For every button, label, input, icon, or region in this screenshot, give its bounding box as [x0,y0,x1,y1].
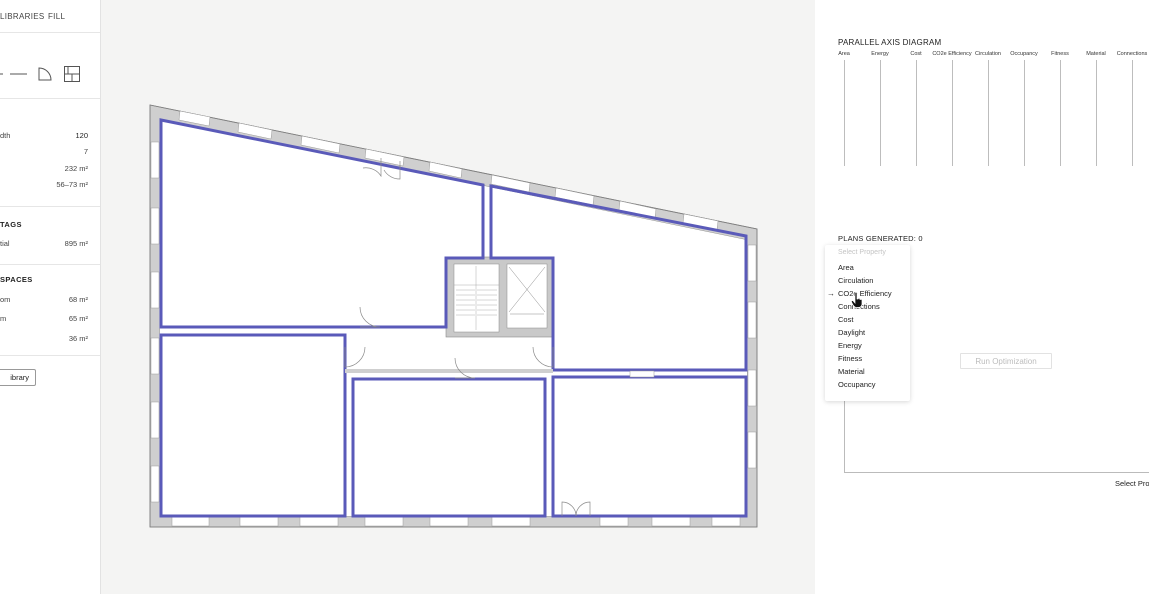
space-row: 36 m² [0,334,88,346]
hand-cursor-icon [851,292,863,308]
axis-label: Energy [871,51,889,57]
plans-generated-count: 0 [918,234,923,243]
metric-row: 232 m² [0,164,88,176]
tag-row: tial 895 m² [0,239,88,251]
dropdown-option[interactable]: Daylight [838,328,865,337]
metric-value: 120 [75,131,88,140]
axis-line [916,60,917,166]
axis-label: Circulation [975,51,1001,57]
run-optimization-button[interactable]: Run Optimization [960,353,1052,369]
axis-label: Connections [1116,51,1148,57]
library-button[interactable]: ibrary [0,369,36,386]
dash-tool-icon[interactable] [0,70,6,78]
opening [629,370,655,378]
spaces-heading: SPACES [0,275,33,284]
corridor-wall-fill [345,369,553,373]
axis-line [988,60,989,166]
metric-row: dth 120 [0,131,88,143]
dropdown-option[interactable]: Circulation [838,276,873,285]
stair[interactable] [453,263,500,333]
space-value: 36 m² [68,334,88,343]
divider [0,355,100,356]
axis-label: Area [838,51,850,57]
lift[interactable] [506,263,548,329]
right-panel: PARALLEL AXIS DIAGRAM Area Energy Cost C… [815,0,1149,594]
space-row: om 68 m² [0,295,88,307]
dropdown-placeholder: Select Property [838,249,886,256]
space-value: 68 m² [68,295,88,304]
divider [0,98,100,99]
dropdown-option[interactable]: Energy [838,341,862,350]
axis-label: Material [1086,51,1106,57]
dropdown-option[interactable]: Material [838,367,865,376]
tags-heading: TAGS [0,220,22,229]
axis-line [952,60,953,166]
axis-line [844,60,845,166]
metric-value: 7 [83,147,88,156]
axis-line [880,60,881,166]
space-label: m [0,314,7,323]
door-tool-icon[interactable] [38,67,54,81]
grid-tool-icon[interactable] [64,66,80,82]
divider [0,264,100,265]
floor-plan[interactable] [101,0,815,594]
bottom-windows [171,516,741,527]
plans-generated: PLANS GENERATED: 0 [838,234,923,243]
property-dropdown[interactable]: Select Property Area Circulation → CO2e … [825,245,910,401]
space-row: m 65 m² [0,314,88,326]
metric-label: dth [0,131,11,140]
parallel-axis-title: PARALLEL AXIS DIAGRAM [838,38,942,47]
divider [0,32,100,33]
dropdown-option[interactable]: Area [838,263,854,272]
space-label: om [0,295,11,304]
dropdown-option-hovered[interactable]: CO2e Efficiency [838,289,892,298]
tag-label: tial [0,239,10,248]
select-property-x-axis[interactable]: Select Pro [1115,479,1149,488]
dropdown-option[interactable]: Occupancy [838,380,876,389]
axis-line [1096,60,1097,166]
left-panel: LIBRARIES FILL dth 120 7 232 m² 56–73 m²… [0,0,101,594]
space-value: 65 m² [68,314,88,323]
arrow-right-icon: → [827,289,835,298]
metric-value: 232 m² [64,164,88,173]
plans-generated-label: PLANS GENERATED: [838,234,917,243]
tab-libraries[interactable]: LIBRARIES [0,12,45,21]
metric-row: 56–73 m² [0,180,88,192]
dropdown-option[interactable]: Cost [838,315,853,324]
axis-label: Cost [910,51,922,57]
axis-label: Occupancy [1010,51,1038,57]
axis-label: CO2e Efficiency [932,51,972,57]
tag-value: 895 m² [64,239,88,248]
tab-fill[interactable]: FILL [48,12,65,21]
divider [0,206,100,207]
axis-line [1132,60,1133,166]
axis-line [1024,60,1025,166]
metric-value: 56–73 m² [56,180,88,189]
line-tool-icon[interactable] [10,70,28,78]
axis-label: Fitness [1051,51,1069,57]
dropdown-option[interactable]: Fitness [838,354,862,363]
axis-line [1060,60,1061,166]
metric-row: 7 [0,147,88,159]
plan-canvas[interactable] [101,0,815,594]
